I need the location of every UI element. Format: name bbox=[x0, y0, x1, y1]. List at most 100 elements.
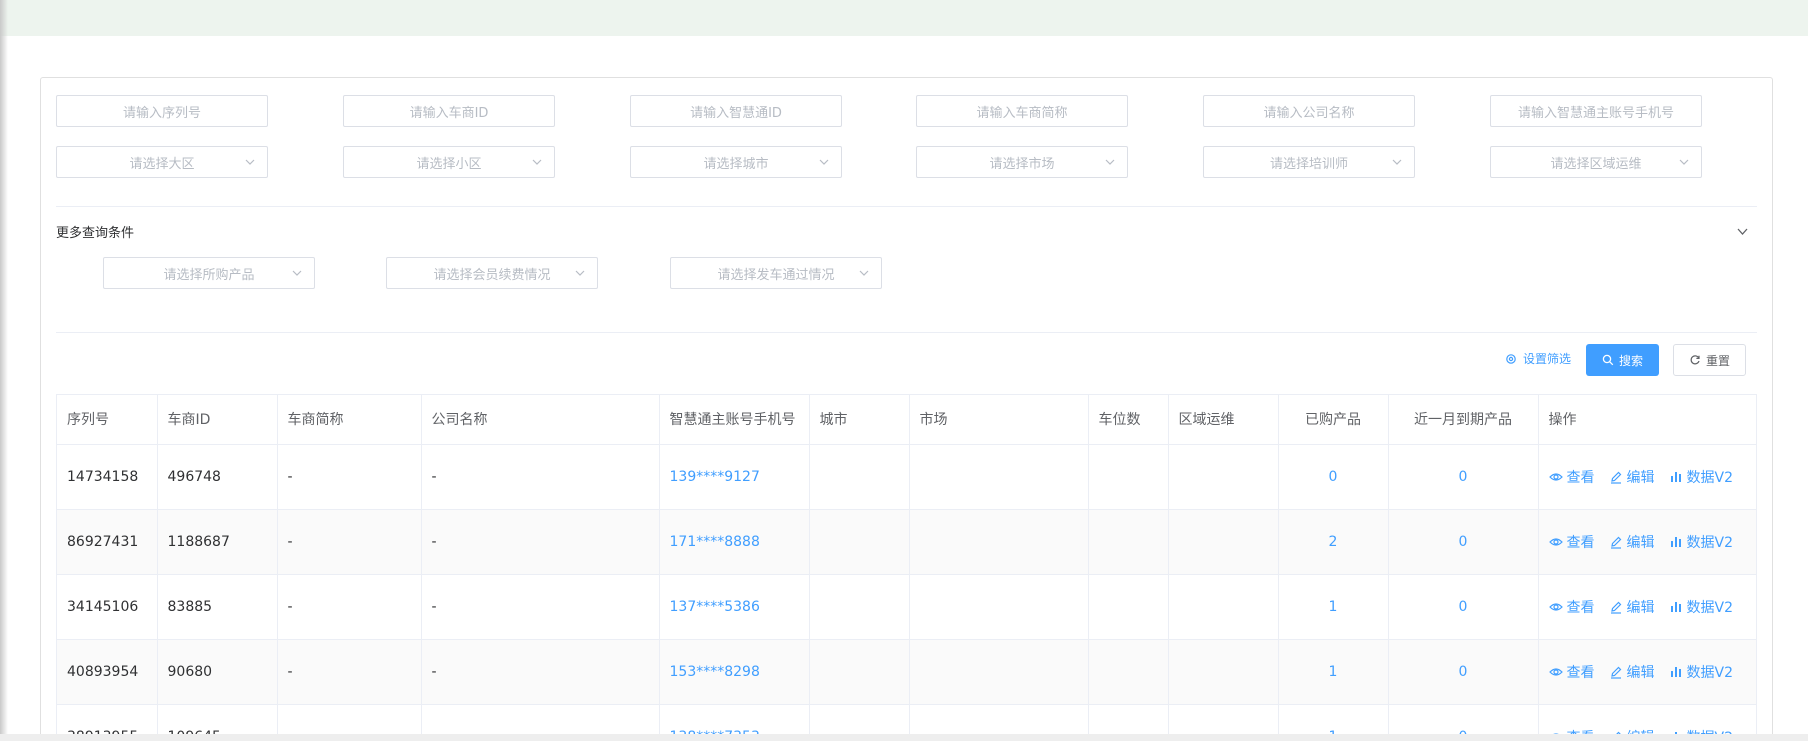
data-v2-label: 数据V2 bbox=[1686, 599, 1733, 616]
dispatch-select[interactable]: 请选择发车通过情况 bbox=[670, 257, 882, 289]
cell-region-ops bbox=[1168, 574, 1279, 640]
view-link[interactable]: 查看 bbox=[1548, 597, 1595, 617]
city-select[interactable]: 请选择城市 bbox=[630, 146, 842, 178]
cell-bought-link[interactable]: 1 bbox=[1278, 639, 1389, 705]
edit-label: 编辑 bbox=[1626, 664, 1655, 681]
col-header-slots: 车位数 bbox=[1088, 395, 1169, 445]
cell-serial: 40893954 bbox=[57, 639, 158, 705]
edit-link[interactable]: 编辑 bbox=[1609, 597, 1655, 617]
reset-button[interactable]: 重置 bbox=[1673, 344, 1746, 376]
view-link[interactable]: 查看 bbox=[1548, 662, 1595, 682]
cell-slots bbox=[1088, 639, 1169, 705]
top-band bbox=[0, 0, 1808, 36]
view-label: 查看 bbox=[1566, 469, 1595, 486]
divider bbox=[56, 332, 1757, 333]
cell-serial: 34145106 bbox=[57, 574, 158, 640]
cell-company: - bbox=[421, 574, 660, 640]
more-conditions-title[interactable]: 更多查询条件 bbox=[56, 222, 134, 241]
cell-company: - bbox=[421, 444, 660, 510]
cell-serial: 14734158 bbox=[57, 444, 158, 510]
col-header-market: 市场 bbox=[909, 395, 1089, 445]
subregion-select-placeholder: 请选择小区 bbox=[416, 156, 482, 172]
view-label: 查看 bbox=[1566, 599, 1595, 616]
serial-input-placeholder: 请输入序列号 bbox=[122, 105, 201, 121]
product-select[interactable]: 请选择所购产品 bbox=[103, 257, 315, 289]
data-v2-label: 数据V2 bbox=[1686, 469, 1733, 486]
data-v2-link[interactable]: 数据V2 bbox=[1669, 662, 1733, 682]
cell-bought-link[interactable]: 0 bbox=[1278, 444, 1389, 510]
dealer-short-input[interactable]: 请输入车商简称 bbox=[916, 95, 1128, 127]
edit-icon bbox=[1610, 666, 1621, 679]
serial-input[interactable]: 请输入序列号 bbox=[56, 95, 268, 127]
cell-bought-link[interactable]: 2 bbox=[1278, 509, 1389, 575]
view-label: 查看 bbox=[1566, 664, 1595, 681]
col-header-region-ops: 区域运维 bbox=[1168, 395, 1279, 445]
view-link[interactable]: 查看 bbox=[1548, 532, 1595, 552]
cell-serial: 86927431 bbox=[57, 509, 158, 575]
data-v2-link[interactable]: 数据V2 bbox=[1669, 467, 1733, 487]
region-ops-select-placeholder: 请选择区域运维 bbox=[1550, 156, 1642, 172]
trainer-select-placeholder: 请选择培训师 bbox=[1269, 156, 1348, 172]
chevron-down-icon[interactable] bbox=[1736, 225, 1749, 238]
cell-expiring-link[interactable]: 0 bbox=[1388, 574, 1539, 640]
dealer-id-input[interactable]: 请输入车商ID bbox=[343, 95, 555, 127]
cell-market bbox=[909, 574, 1089, 640]
region-select[interactable]: 请选择大区 bbox=[56, 146, 268, 178]
col-header-phone: 智慧通主账号手机号 bbox=[659, 395, 810, 445]
edit-link[interactable]: 编辑 bbox=[1609, 467, 1655, 487]
set-filter-label: 设置筛选 bbox=[1523, 352, 1572, 366]
data-v2-link[interactable]: 数据V2 bbox=[1669, 597, 1733, 617]
view-link[interactable]: 查看 bbox=[1548, 467, 1595, 487]
edit-link[interactable]: 编辑 bbox=[1609, 662, 1655, 682]
main-phone-input[interactable]: 请输入智慧通主账号手机号 bbox=[1490, 95, 1702, 127]
market-select[interactable]: 请选择市场 bbox=[916, 146, 1128, 178]
subregion-select[interactable]: 请选择小区 bbox=[343, 146, 555, 178]
cell-city bbox=[809, 444, 910, 510]
city-select-placeholder: 请选择城市 bbox=[703, 156, 769, 172]
zht-id-input-placeholder: 请输入智慧通ID bbox=[690, 105, 782, 121]
dispatch-select-placeholder: 请选择发车通过情况 bbox=[717, 267, 835, 283]
cell-expiring-link[interactable]: 0 bbox=[1388, 509, 1539, 575]
edit-label: 编辑 bbox=[1626, 469, 1655, 486]
dealer-short-input-placeholder: 请输入车商简称 bbox=[976, 105, 1068, 121]
search-button[interactable]: 搜索 bbox=[1586, 344, 1659, 376]
col-header-dealer-id: 车商ID bbox=[157, 395, 278, 445]
cell-bought-link[interactable]: 1 bbox=[1278, 574, 1389, 640]
edit-link[interactable]: 编辑 bbox=[1609, 532, 1655, 552]
eye-icon bbox=[1548, 472, 1563, 481]
table-header-row: 序列号 车商ID 车商简称 公司名称 智慧通主账号手机号 城市 市场 车位数 区… bbox=[57, 395, 1756, 445]
company-name-input[interactable]: 请输入公司名称 bbox=[1203, 95, 1415, 127]
cell-ops: 查看 编辑 数据V2 bbox=[1538, 509, 1756, 575]
region-ops-select[interactable]: 请选择区域运维 bbox=[1490, 146, 1702, 178]
dealer-table: 序列号 车商ID 车商简称 公司名称 智慧通主账号手机号 城市 市场 车位数 区… bbox=[56, 394, 1757, 741]
divider bbox=[56, 206, 1757, 207]
bar-chart-icon bbox=[1670, 601, 1681, 612]
table-row: 14734158 496748 - - 139****9127 0 0 查看 编… bbox=[57, 444, 1756, 510]
renewal-select[interactable]: 请选择会员续费情况 bbox=[386, 257, 598, 289]
trainer-select[interactable]: 请选择培训师 bbox=[1203, 146, 1415, 178]
set-filter-link[interactable]: 设置筛选 bbox=[1505, 350, 1571, 367]
cell-company: - bbox=[421, 639, 660, 705]
cell-phone-link[interactable]: 139****9127 bbox=[659, 444, 810, 510]
search-icon bbox=[1602, 354, 1614, 366]
cell-phone-link[interactable]: 137****5386 bbox=[659, 574, 810, 640]
cell-dealer-id: 90680 bbox=[157, 639, 278, 705]
cell-expiring-link[interactable]: 0 bbox=[1388, 639, 1539, 705]
col-header-bought: 已购产品 bbox=[1278, 395, 1389, 445]
cell-phone-link[interactable]: 153****8298 bbox=[659, 639, 810, 705]
table-row: 86927431 1188687 - - 171****8888 2 0 查看 … bbox=[57, 509, 1756, 575]
edit-label: 编辑 bbox=[1626, 534, 1655, 551]
view-label: 查看 bbox=[1566, 534, 1595, 551]
cell-slots bbox=[1088, 509, 1169, 575]
data-v2-link[interactable]: 数据V2 bbox=[1669, 532, 1733, 552]
region-select-placeholder: 请选择大区 bbox=[129, 156, 195, 172]
cell-expiring-link[interactable]: 0 bbox=[1388, 444, 1539, 510]
edit-icon bbox=[1610, 601, 1621, 614]
zht-id-input[interactable]: 请输入智慧通ID bbox=[630, 95, 842, 127]
eye-icon bbox=[1548, 602, 1563, 611]
cell-phone-link[interactable]: 171****8888 bbox=[659, 509, 810, 575]
cell-ops: 查看 编辑 数据V2 bbox=[1538, 444, 1756, 510]
chevron-down-icon bbox=[1679, 159, 1689, 165]
cell-dealer-short: - bbox=[277, 574, 422, 640]
table-row: 40893954 90680 - - 153****8298 1 0 查看 编辑… bbox=[57, 639, 1756, 705]
